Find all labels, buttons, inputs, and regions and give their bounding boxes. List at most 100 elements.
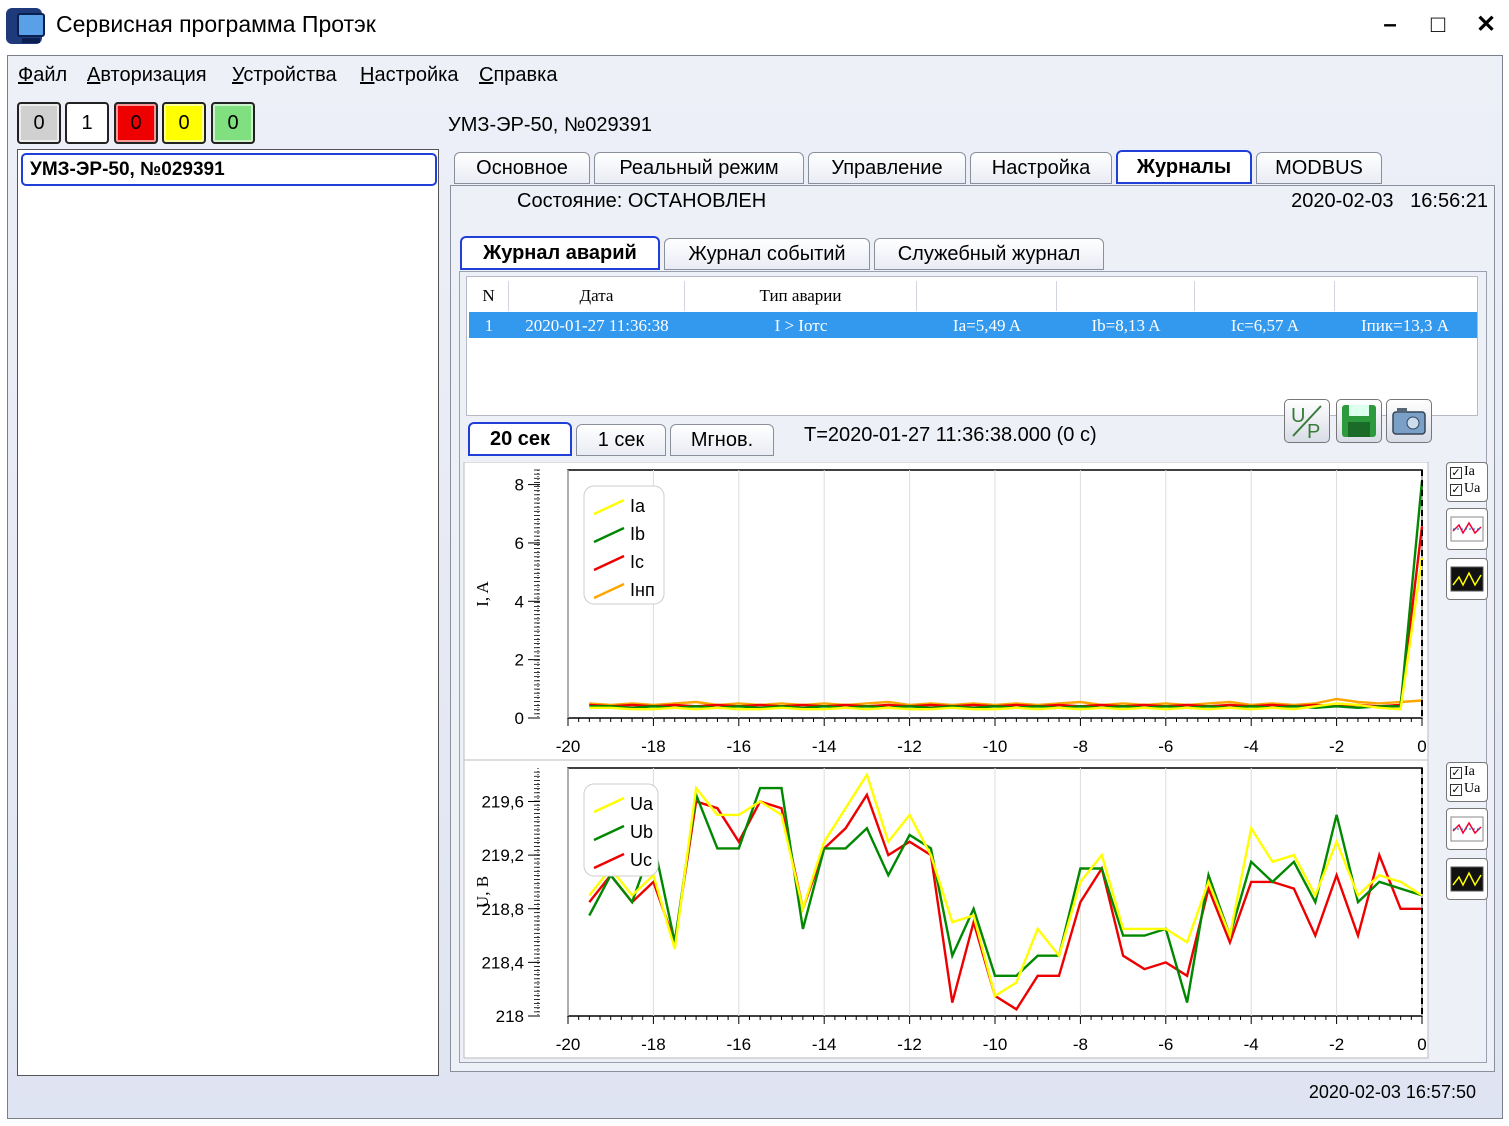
app-logo-icon bbox=[6, 8, 45, 44]
table-cell[interactable]: Iпик=13,3 A bbox=[1335, 311, 1475, 341]
device-state: Состояние: ОСТАНОВЛЕН bbox=[517, 190, 767, 212]
tab-fault-journal[interactable]: Журнал аварий bbox=[460, 236, 660, 270]
device-header: УМЗ-ЭР-50, №029391 bbox=[448, 114, 653, 136]
device-tree-item[interactable]: УМЗ-ЭР-50, №029391 bbox=[21, 153, 437, 186]
y-tick-label: 219,6 bbox=[481, 793, 524, 812]
counter-gray[interactable]: 0 bbox=[17, 102, 61, 144]
maximize-button[interactable]: □ bbox=[1418, 6, 1458, 44]
table-cell[interactable]: I > Iотс bbox=[685, 311, 917, 341]
check-ua[interactable]: ✓ Ua bbox=[1447, 480, 1487, 497]
tab-journals[interactable]: Журналы bbox=[1116, 150, 1252, 184]
legend-label: Uc bbox=[630, 850, 652, 870]
app-window: Сервисная программа Протэк – □ ✕ Файл Ав… bbox=[0, 0, 1509, 1126]
column-header-n[interactable]: N bbox=[469, 281, 509, 311]
column-header-type[interactable]: Тип аварии bbox=[685, 281, 917, 311]
table-cell[interactable]: 2020-01-27 11:36:38 bbox=[509, 311, 685, 341]
x-tick-label: -10 bbox=[983, 1035, 1008, 1054]
y-tick-label: 218 bbox=[496, 1007, 524, 1026]
counter-yellow[interactable]: 0 bbox=[162, 102, 206, 144]
table-cell[interactable]: Ic=6,57 A bbox=[1195, 311, 1335, 341]
oscilloscope-icon bbox=[1450, 866, 1484, 892]
y-axis-label: U, В bbox=[473, 876, 492, 908]
column-header-ic[interactable] bbox=[1195, 281, 1335, 311]
chart1-scope-button[interactable] bbox=[1446, 558, 1488, 600]
y-tick-label: 6 bbox=[515, 534, 524, 553]
oscilloscope-icon bbox=[1450, 566, 1484, 592]
x-tick-label: -4 bbox=[1244, 737, 1259, 756]
menu-file[interactable]: Файл bbox=[18, 64, 67, 87]
legend-label: Ua bbox=[630, 794, 654, 814]
tab-1-sec[interactable]: 1 сек bbox=[576, 424, 666, 456]
counter-green[interactable]: 0 bbox=[211, 102, 255, 144]
fault-table[interactable]: N Дата Тип аварии 1 2020-01-27 11:36:38 … bbox=[466, 276, 1478, 416]
check-ia[interactable]: ✓ Ia bbox=[1447, 763, 1487, 780]
tab-20-sec[interactable]: 20 сек bbox=[468, 422, 572, 456]
y-axis-label: I, A bbox=[473, 581, 492, 607]
u-over-p-icon: UP bbox=[1291, 405, 1322, 443]
tab-service-journal[interactable]: Служебный журнал bbox=[874, 238, 1104, 270]
x-tick-label: -6 bbox=[1158, 1035, 1173, 1054]
check-ua[interactable]: ✓ Ua bbox=[1447, 780, 1487, 797]
title-bar: Сервисная программа Протэк – □ ✕ bbox=[0, 0, 1509, 52]
legend-label: Iнп bbox=[630, 580, 655, 600]
check-label: Ua bbox=[1464, 481, 1481, 496]
tab-settings[interactable]: Настройка bbox=[970, 152, 1112, 184]
minimize-button[interactable]: – bbox=[1370, 6, 1410, 44]
tab-realtime[interactable]: Реальный режим bbox=[594, 152, 804, 184]
menu-authorization[interactable]: Авторизация bbox=[87, 64, 207, 87]
chart1-channel-checks: ✓ Ia ✓ Ua bbox=[1446, 462, 1488, 502]
counter-white[interactable]: 1 bbox=[65, 102, 109, 144]
tab-event-journal[interactable]: Журнал событий bbox=[664, 238, 870, 270]
chart-2: -20 -18 -16 -14 -12 -10 -8 -6 -4 -2 0218218,4218,8… bbox=[463, 759, 1429, 1059]
close-button[interactable]: ✕ bbox=[1466, 6, 1506, 44]
x-tick-label: -20 bbox=[556, 737, 581, 756]
column-header-date[interactable]: Дата bbox=[509, 281, 685, 311]
x-tick-label: -14 bbox=[812, 1035, 837, 1054]
journals-panel: Состояние: ОСТАНОВЛЕН 2020-02-03 16:56:2… bbox=[450, 185, 1495, 1072]
chart2-zoom-button[interactable] bbox=[1446, 808, 1488, 850]
table-cell[interactable]: Ia=5,49 A bbox=[917, 311, 1057, 341]
column-header-ipeak[interactable] bbox=[1335, 281, 1475, 311]
legend-label: Ia bbox=[630, 496, 646, 516]
y-tick-label: 8 bbox=[515, 476, 524, 495]
y-tick-label: 218,4 bbox=[481, 953, 524, 972]
counter-red[interactable]: 0 bbox=[114, 102, 158, 144]
u-over-p-button[interactable]: UP bbox=[1284, 399, 1330, 443]
screenshot-button[interactable] bbox=[1386, 399, 1432, 443]
column-header-ia[interactable] bbox=[917, 281, 1057, 311]
table-cell[interactable]: Ib=8,13 A bbox=[1057, 311, 1195, 341]
x-tick-label: 0 bbox=[1417, 737, 1426, 756]
x-tick-label: -16 bbox=[727, 1035, 752, 1054]
device-tree[interactable]: УМЗ-ЭР-50, №029391 bbox=[17, 149, 439, 1076]
check-ia[interactable]: ✓ Ia bbox=[1447, 463, 1487, 480]
x-tick-label: -16 bbox=[727, 737, 752, 756]
chart-1: -20 -18 -16 -14 -12 -10 -8 -6 -4 -2 002468I, AIaIb… bbox=[463, 462, 1429, 761]
y-tick-label: 0 bbox=[515, 709, 524, 728]
x-tick-label: -8 bbox=[1073, 1035, 1088, 1054]
x-tick-label: -10 bbox=[983, 737, 1008, 756]
column-header-ib[interactable] bbox=[1057, 281, 1195, 311]
svg-text:P: P bbox=[1307, 421, 1320, 442]
menu-help[interactable]: Справка bbox=[479, 64, 557, 87]
tab-control[interactable]: Управление bbox=[808, 152, 966, 184]
floppy-disk-icon bbox=[1342, 405, 1376, 437]
x-tick-label: -12 bbox=[897, 737, 922, 756]
check-label: Ia bbox=[1464, 464, 1475, 479]
tab-instant[interactable]: Мгнов. bbox=[670, 424, 774, 456]
table-cell[interactable]: 1 bbox=[469, 311, 509, 341]
tab-modbus[interactable]: MODBUS bbox=[1256, 152, 1382, 184]
menu-devices[interactable]: Устройства bbox=[232, 64, 337, 87]
x-tick-label: -8 bbox=[1073, 737, 1088, 756]
waveform-zoom-icon bbox=[1450, 516, 1484, 542]
x-tick-label: -4 bbox=[1244, 1035, 1259, 1054]
check-label: Ua bbox=[1464, 781, 1481, 796]
chart2-scope-button[interactable] bbox=[1446, 858, 1488, 900]
camera-icon bbox=[1392, 408, 1426, 435]
chart1-zoom-button[interactable] bbox=[1446, 508, 1488, 550]
menu-settings[interactable]: Настройка bbox=[360, 64, 458, 87]
tab-main[interactable]: Основное bbox=[454, 152, 590, 184]
y-tick-label: 2 bbox=[515, 651, 524, 670]
oscillogram-charts: -20 -18 -16 -14 -12 -10 -8 -6 -4 -2 002468I, AIaIb… bbox=[463, 462, 1429, 1059]
x-tick-label: -14 bbox=[812, 737, 837, 756]
save-button[interactable] bbox=[1336, 399, 1382, 443]
